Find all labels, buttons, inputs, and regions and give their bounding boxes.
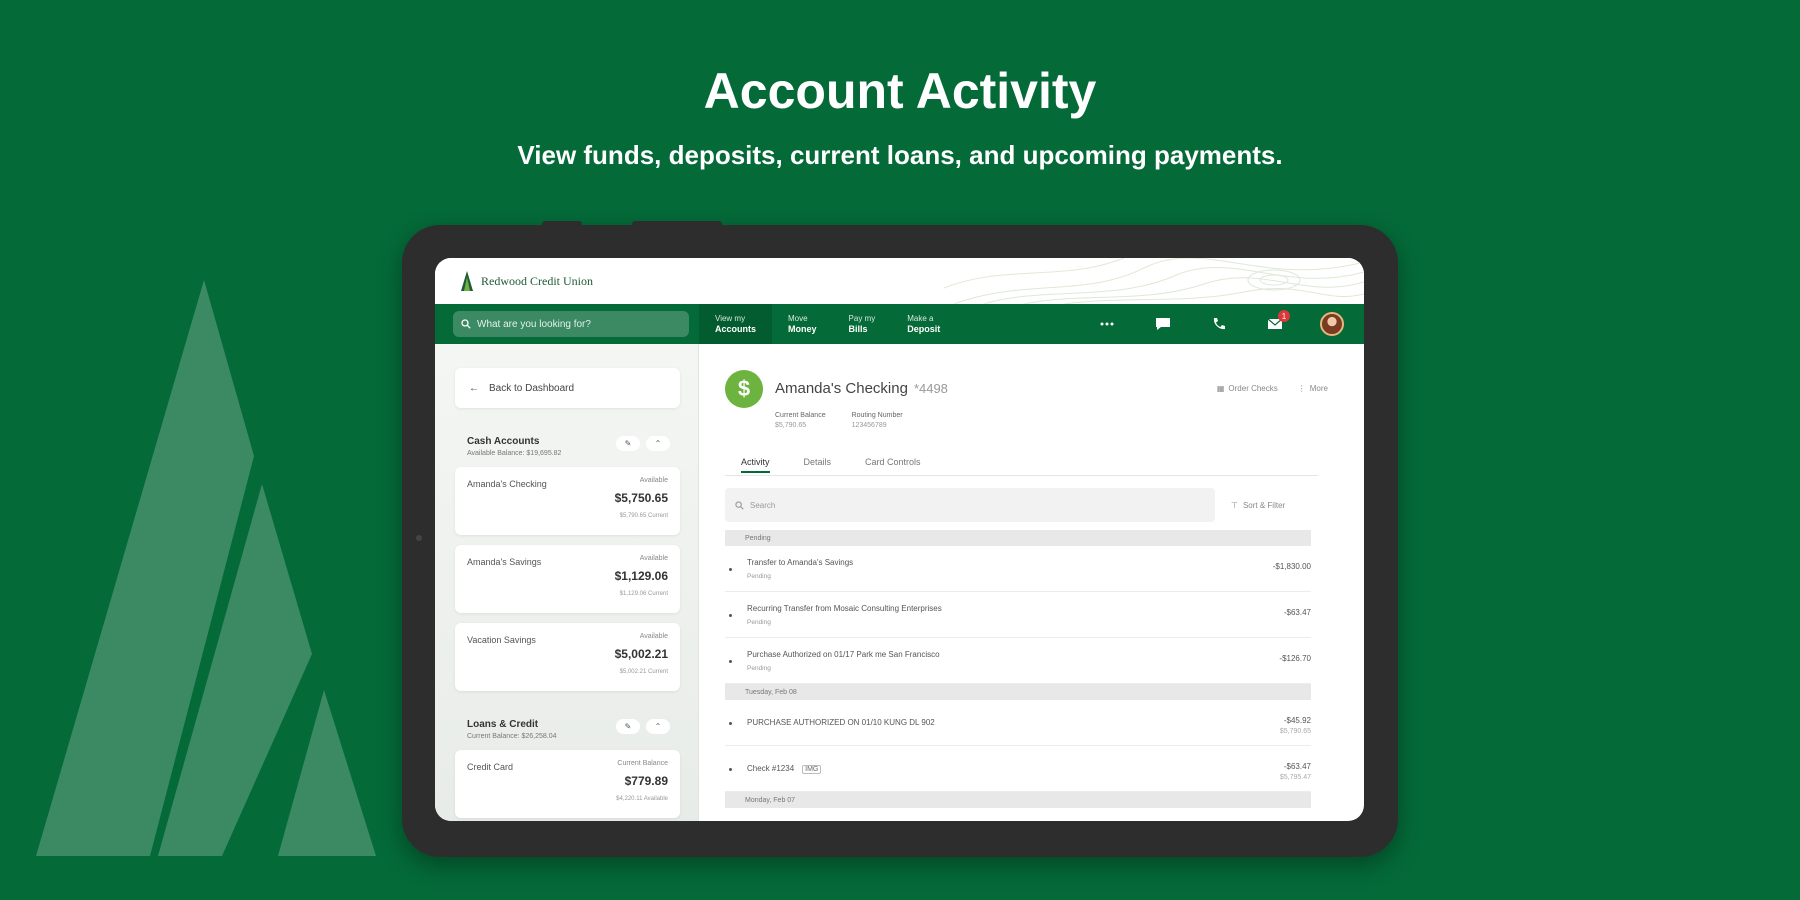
back-to-dashboard-button[interactable]: ← Back to Dashboard xyxy=(455,368,680,408)
nav-move-money[interactable]: Move Money xyxy=(772,304,833,344)
transaction-row[interactable]: Recurring Transfer from Mosaic Consultin… xyxy=(725,592,1311,638)
tab-card-controls[interactable]: Card Controls xyxy=(865,457,921,473)
account-card-savings[interactable]: Amanda's Savings Available $1,129.06 $1,… xyxy=(455,545,680,613)
transaction-row[interactable]: Transfer to Amanda's Savings Pending -$1… xyxy=(725,546,1311,592)
filter-icon: ⊤ xyxy=(1231,500,1238,510)
account-card-checking[interactable]: Amanda's Checking Available $5,750.65 $5… xyxy=(455,467,680,535)
decorative-peaks xyxy=(36,280,376,856)
group-header: Tuesday, Feb 08 xyxy=(725,684,1311,700)
chevron-up-icon[interactable]: ⌃ xyxy=(646,719,670,734)
group-header: Pending xyxy=(725,530,1311,546)
inbox-badge: 1 xyxy=(1278,310,1290,322)
avatar[interactable] xyxy=(1320,312,1344,336)
promo-subtitle: View funds, deposits, current loans, and… xyxy=(517,140,1283,170)
chat-icon[interactable] xyxy=(1152,313,1174,335)
logo-tree-icon xyxy=(461,271,473,291)
search-icon xyxy=(461,319,471,329)
account-card-credit[interactable]: Credit Card Current Balance $779.89 $4,2… xyxy=(455,750,680,818)
account-meta: Current Balance $5,790.65 Routing Number… xyxy=(775,412,903,429)
more-button[interactable]: ⋮ More xyxy=(1298,384,1328,393)
transaction-row[interactable]: Purchase Authorized on 01/17 Park me San… xyxy=(725,638,1311,684)
search-icon xyxy=(735,500,744,510)
arrow-left-icon: ← xyxy=(469,382,479,394)
check-image-tag[interactable]: IMG xyxy=(802,764,822,774)
logo[interactable]: Redwood Credit Union xyxy=(459,271,593,291)
inbox-icon[interactable]: 1 xyxy=(1264,310,1290,335)
global-search-input[interactable] xyxy=(477,318,677,330)
nav-accounts[interactable]: View my Accounts xyxy=(699,304,773,344)
account-card-vacation[interactable]: Vacation Savings Available $5,002.21 $5,… xyxy=(455,623,680,691)
cash-accounts-header: Cash Accounts Available Balance: $19,695… xyxy=(455,436,680,457)
order-checks-button[interactable]: ▦ Order Checks xyxy=(1217,384,1278,393)
account-number: *4498 xyxy=(913,381,948,396)
more-vertical-icon: ⋮ xyxy=(1297,384,1306,393)
main-nav: View my Accounts Move Money Pay my Bills… xyxy=(435,304,1364,344)
nav-pay-bills[interactable]: Pay my Bills xyxy=(833,304,892,344)
global-search xyxy=(453,311,689,337)
activity-search[interactable]: Search xyxy=(725,488,1215,522)
group-header: Monday, Feb 07 xyxy=(725,792,1311,808)
promo-title: Account Activity xyxy=(703,63,1097,119)
edit-icon[interactable]: ✎ xyxy=(616,436,640,451)
transaction-row[interactable]: PURCHASE AUTHORIZED ON 01/10 KUNG DL 902… xyxy=(725,700,1311,746)
sort-filter-button[interactable]: ⊤ Sort & Filter xyxy=(1231,501,1285,510)
transaction-list: Pending Transfer to Amanda's Savings Pen… xyxy=(725,530,1311,808)
more-icon[interactable] xyxy=(1096,313,1118,335)
app-topbar: Redwood Credit Union xyxy=(435,258,1364,304)
nav-make-deposit[interactable]: Make a Deposit xyxy=(891,304,956,344)
topo-pattern xyxy=(944,258,1364,304)
account-detail: $ Amanda's Checking *4498 Current Balance… xyxy=(699,344,1364,821)
account-tabs: Activity Details Card Controls xyxy=(741,457,1318,473)
edit-icon[interactable]: ✎ xyxy=(616,719,640,734)
phone-icon[interactable] xyxy=(1208,313,1230,335)
checks-icon: ▦ xyxy=(1216,384,1225,393)
chevron-up-icon[interactable]: ⌃ xyxy=(646,436,670,451)
transaction-row[interactable]: Check #1234 IMG -$63.47 $5,795.47 xyxy=(725,746,1311,792)
dollar-icon: $ xyxy=(725,370,763,408)
tab-activity[interactable]: Activity xyxy=(741,457,770,473)
logo-name: Redwood Credit Union xyxy=(481,273,593,288)
app-screen: Redwood Credit Union View my Accounts Mo… xyxy=(435,258,1364,821)
loans-credit-header: Loans & Credit Current Balance: $26,258.… xyxy=(455,719,680,740)
tab-details[interactable]: Details xyxy=(804,457,832,473)
accounts-sidebar: ← Back to Dashboard Cash Accounts Availa… xyxy=(435,344,699,821)
account-title: Amanda's Checking *4498 xyxy=(775,380,948,397)
